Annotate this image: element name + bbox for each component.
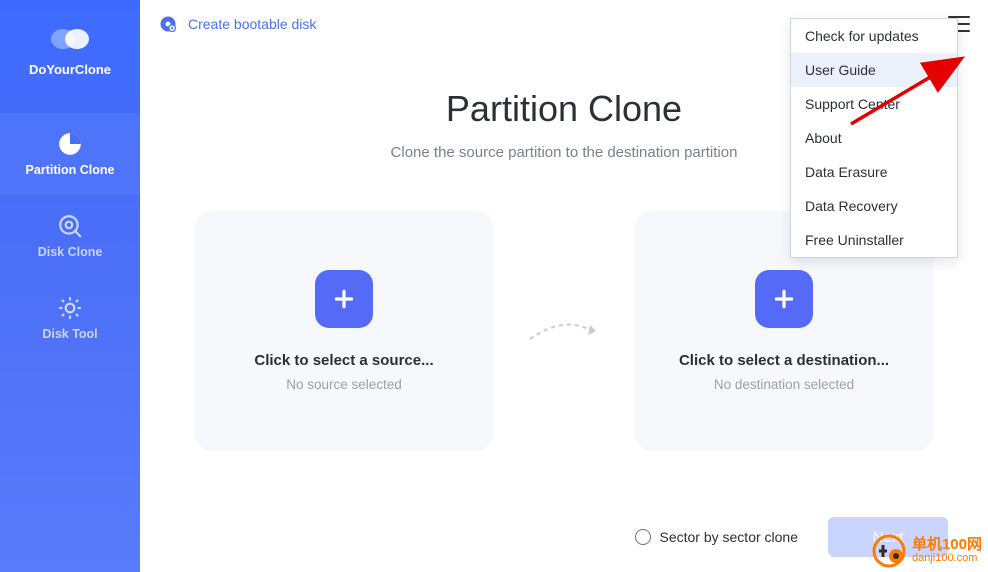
- disc-icon: [158, 14, 178, 34]
- app-name-label: DoYourClone: [29, 62, 111, 77]
- menu-item-check-for-updates[interactable]: Check for updates: [791, 19, 957, 53]
- gear-icon: [57, 295, 83, 321]
- sidebar-item-label: Disk Tool: [42, 327, 97, 341]
- pie-icon: [57, 131, 83, 157]
- destination-card-title: Click to select a destination...: [679, 352, 889, 369]
- sidebar-item-label: Disk Clone: [38, 245, 103, 259]
- main-panel: Create bootable disk Partition Clone Clo…: [140, 0, 988, 572]
- source-card-title: Click to select a source...: [254, 352, 433, 369]
- plus-icon: [771, 286, 797, 312]
- watermark-line1: 单机100网: [912, 537, 982, 553]
- app-logo: DoYourClone: [29, 24, 111, 77]
- page-title: Partition Clone: [446, 88, 682, 130]
- add-destination-button[interactable]: [755, 270, 813, 328]
- dashed-arrow-icon: [524, 311, 604, 351]
- sidebar-item-disk-clone[interactable]: Disk Clone: [0, 195, 140, 277]
- menu-item-data-recovery[interactable]: Data Recovery: [791, 189, 957, 223]
- menu-item-free-uninstaller[interactable]: Free Uninstaller: [791, 223, 957, 257]
- transfer-arrow: [514, 311, 614, 351]
- sector-label: Sector by sector clone: [659, 529, 798, 545]
- plus-icon: [331, 286, 357, 312]
- sidebar-item-partition-clone[interactable]: Partition Clone: [0, 113, 140, 195]
- menu-item-data-erasure[interactable]: Data Erasure: [791, 155, 957, 189]
- watermark-icon: [872, 534, 906, 568]
- logo-icon: [48, 24, 92, 54]
- sidebar: DoYourClone Partition Clone Disk Clone: [0, 0, 140, 572]
- watermark-line2: danji100.com: [912, 553, 982, 565]
- radio-icon: [635, 529, 651, 545]
- main-menu-dropdown: Check for updatesUser GuideSupport Cente…: [790, 18, 958, 258]
- source-card[interactable]: Click to select a source... No source se…: [194, 211, 494, 451]
- sidebar-item-label: Partition Clone: [26, 163, 115, 177]
- create-bootable-disk-link[interactable]: Create bootable disk: [158, 14, 316, 34]
- watermark: 单机100网 danji100.com: [872, 534, 982, 568]
- source-card-sub: No source selected: [286, 377, 402, 392]
- create-bootable-label: Create bootable disk: [188, 16, 316, 32]
- menu-item-support-center[interactable]: Support Center: [791, 87, 957, 121]
- disk-search-icon: [57, 213, 83, 239]
- menu-item-user-guide[interactable]: User Guide: [791, 53, 957, 87]
- page-subtitle: Clone the source partition to the destin…: [391, 144, 738, 161]
- sidebar-item-disk-tool[interactable]: Disk Tool: [0, 277, 140, 359]
- sector-by-sector-option[interactable]: Sector by sector clone: [635, 529, 798, 545]
- bottom-bar: Sector by sector clone Next: [140, 502, 988, 572]
- destination-card-sub: No destination selected: [714, 377, 854, 392]
- menu-item-about[interactable]: About: [791, 121, 957, 155]
- add-source-button[interactable]: [315, 270, 373, 328]
